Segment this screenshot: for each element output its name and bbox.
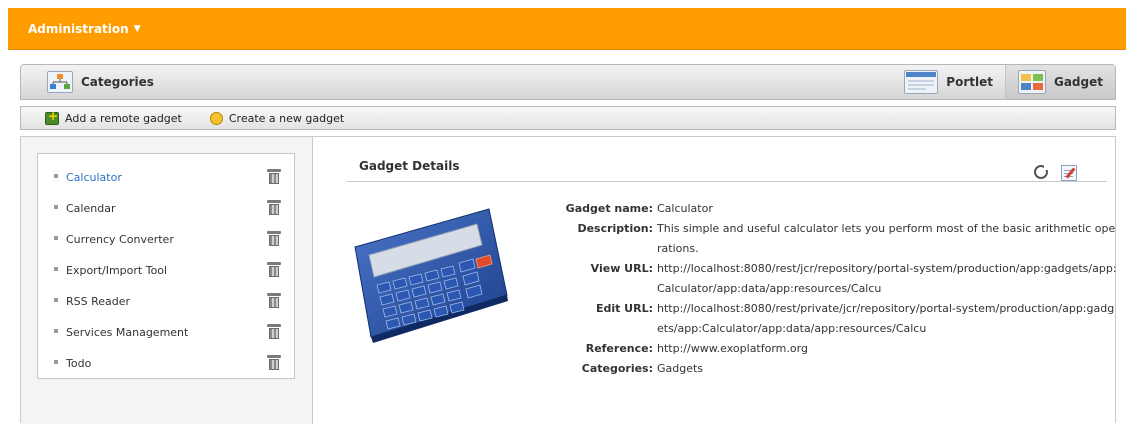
main-panel: Calculator Calendar Currency Converter E… xyxy=(20,136,1117,424)
trash-icon[interactable] xyxy=(267,231,281,246)
bullet-icon xyxy=(54,297,58,302)
bullet-icon xyxy=(54,266,58,271)
view-url-value: http://localhost:8080/rest/jcr/repositor… xyxy=(657,262,1117,295)
top-bar: Administration ▼ xyxy=(8,8,1126,50)
categories-label: Categories: xyxy=(581,362,653,375)
create-new-gadget-button[interactable]: Create a new gadget xyxy=(182,111,345,125)
gadget-icon xyxy=(1017,70,1046,94)
bullet-icon xyxy=(54,235,58,240)
tab-portlet[interactable]: Portlet xyxy=(892,65,1005,99)
gadget-name-value: Calculator xyxy=(657,202,713,215)
portlet-icon xyxy=(904,70,939,94)
gadget-item-export-import-tool[interactable]: Export/Import Tool xyxy=(38,255,294,286)
trash-icon[interactable] xyxy=(267,262,281,277)
add-remote-gadget-button[interactable]: Add a remote gadget xyxy=(21,109,182,125)
gadget-item-label: Services Management xyxy=(66,326,189,339)
edit-url-value: http://localhost:8080/rest/private/jcr/r… xyxy=(657,302,1115,335)
create-new-gadget-label: Create a new gadget xyxy=(228,111,345,125)
trash-icon[interactable] xyxy=(267,324,281,339)
bullet-icon xyxy=(54,173,58,178)
gadget-list-panel: Calculator Calendar Currency Converter E… xyxy=(21,137,313,424)
gadget-info: Gadget name: Calculator Description: Thi… xyxy=(541,199,1117,379)
bullet-icon xyxy=(54,359,58,364)
add-remote-gadget-label: Add a remote gadget xyxy=(65,111,182,125)
administration-menu[interactable]: Administration ▼ xyxy=(28,22,141,36)
chevron-down-icon: ▼ xyxy=(133,24,141,34)
gadget-item-label: Currency Converter xyxy=(66,233,174,246)
add-gadget-icon xyxy=(45,109,59,125)
description-label: Description: xyxy=(577,222,653,235)
administration-menu-label: Administration xyxy=(28,22,129,36)
categories-icon xyxy=(47,71,73,93)
trash-icon[interactable] xyxy=(267,293,281,308)
trash-icon[interactable] xyxy=(267,200,281,215)
tab-categories-label: Categories xyxy=(81,75,154,89)
action-bar: Add a remote gadget Create a new gadget xyxy=(20,106,1116,130)
gadget-item-label: Calculator xyxy=(66,171,122,184)
tab-gadget[interactable]: Gadget xyxy=(1004,65,1115,99)
gadget-item-services-management[interactable]: Services Management xyxy=(38,317,294,348)
gadget-item-label: Todo xyxy=(66,357,92,370)
gadget-item-label: Export/Import Tool xyxy=(66,264,168,277)
trash-icon[interactable] xyxy=(267,355,281,370)
gadget-item-rss-reader[interactable]: RSS Reader xyxy=(38,286,294,317)
divider xyxy=(347,181,1107,182)
gadget-item-label: Calendar xyxy=(66,202,116,215)
tab-portlet-label: Portlet xyxy=(946,75,993,89)
gadget-item-label: RSS Reader xyxy=(66,295,131,308)
view-url-label: View URL: xyxy=(590,262,653,275)
trash-icon[interactable] xyxy=(267,169,281,184)
create-gadget-icon xyxy=(209,111,223,125)
tab-categories[interactable]: Categories xyxy=(47,69,154,95)
gadget-details-title: Gadget Details xyxy=(359,159,460,173)
application-tabs-bar: Categories Portlet Gadget xyxy=(20,64,1116,100)
reference-label: Reference: xyxy=(585,342,653,355)
calculator-image xyxy=(351,197,511,347)
tab-gadget-label: Gadget xyxy=(1053,75,1103,89)
bullet-icon xyxy=(54,328,58,333)
edit-url-label: Edit URL: xyxy=(595,302,653,315)
reference-value: http://www.exoplatform.org xyxy=(657,342,808,355)
edit-icon[interactable] xyxy=(1061,165,1077,181)
description-value: This simple and useful calculator lets y… xyxy=(657,222,1116,255)
bullet-icon xyxy=(54,204,58,209)
gadget-item-todo[interactable]: Todo xyxy=(38,348,294,379)
gadget-item-calendar[interactable]: Calendar xyxy=(38,193,294,224)
gadget-name-label: Gadget name: xyxy=(565,202,653,215)
refresh-icon[interactable] xyxy=(1034,165,1049,179)
gadget-item-currency-converter[interactable]: Currency Converter xyxy=(38,224,294,255)
gadget-item-calculator[interactable]: Calculator xyxy=(38,162,294,193)
categories-value: Gadgets xyxy=(657,362,704,375)
gadget-list: Calculator Calendar Currency Converter E… xyxy=(37,153,295,379)
